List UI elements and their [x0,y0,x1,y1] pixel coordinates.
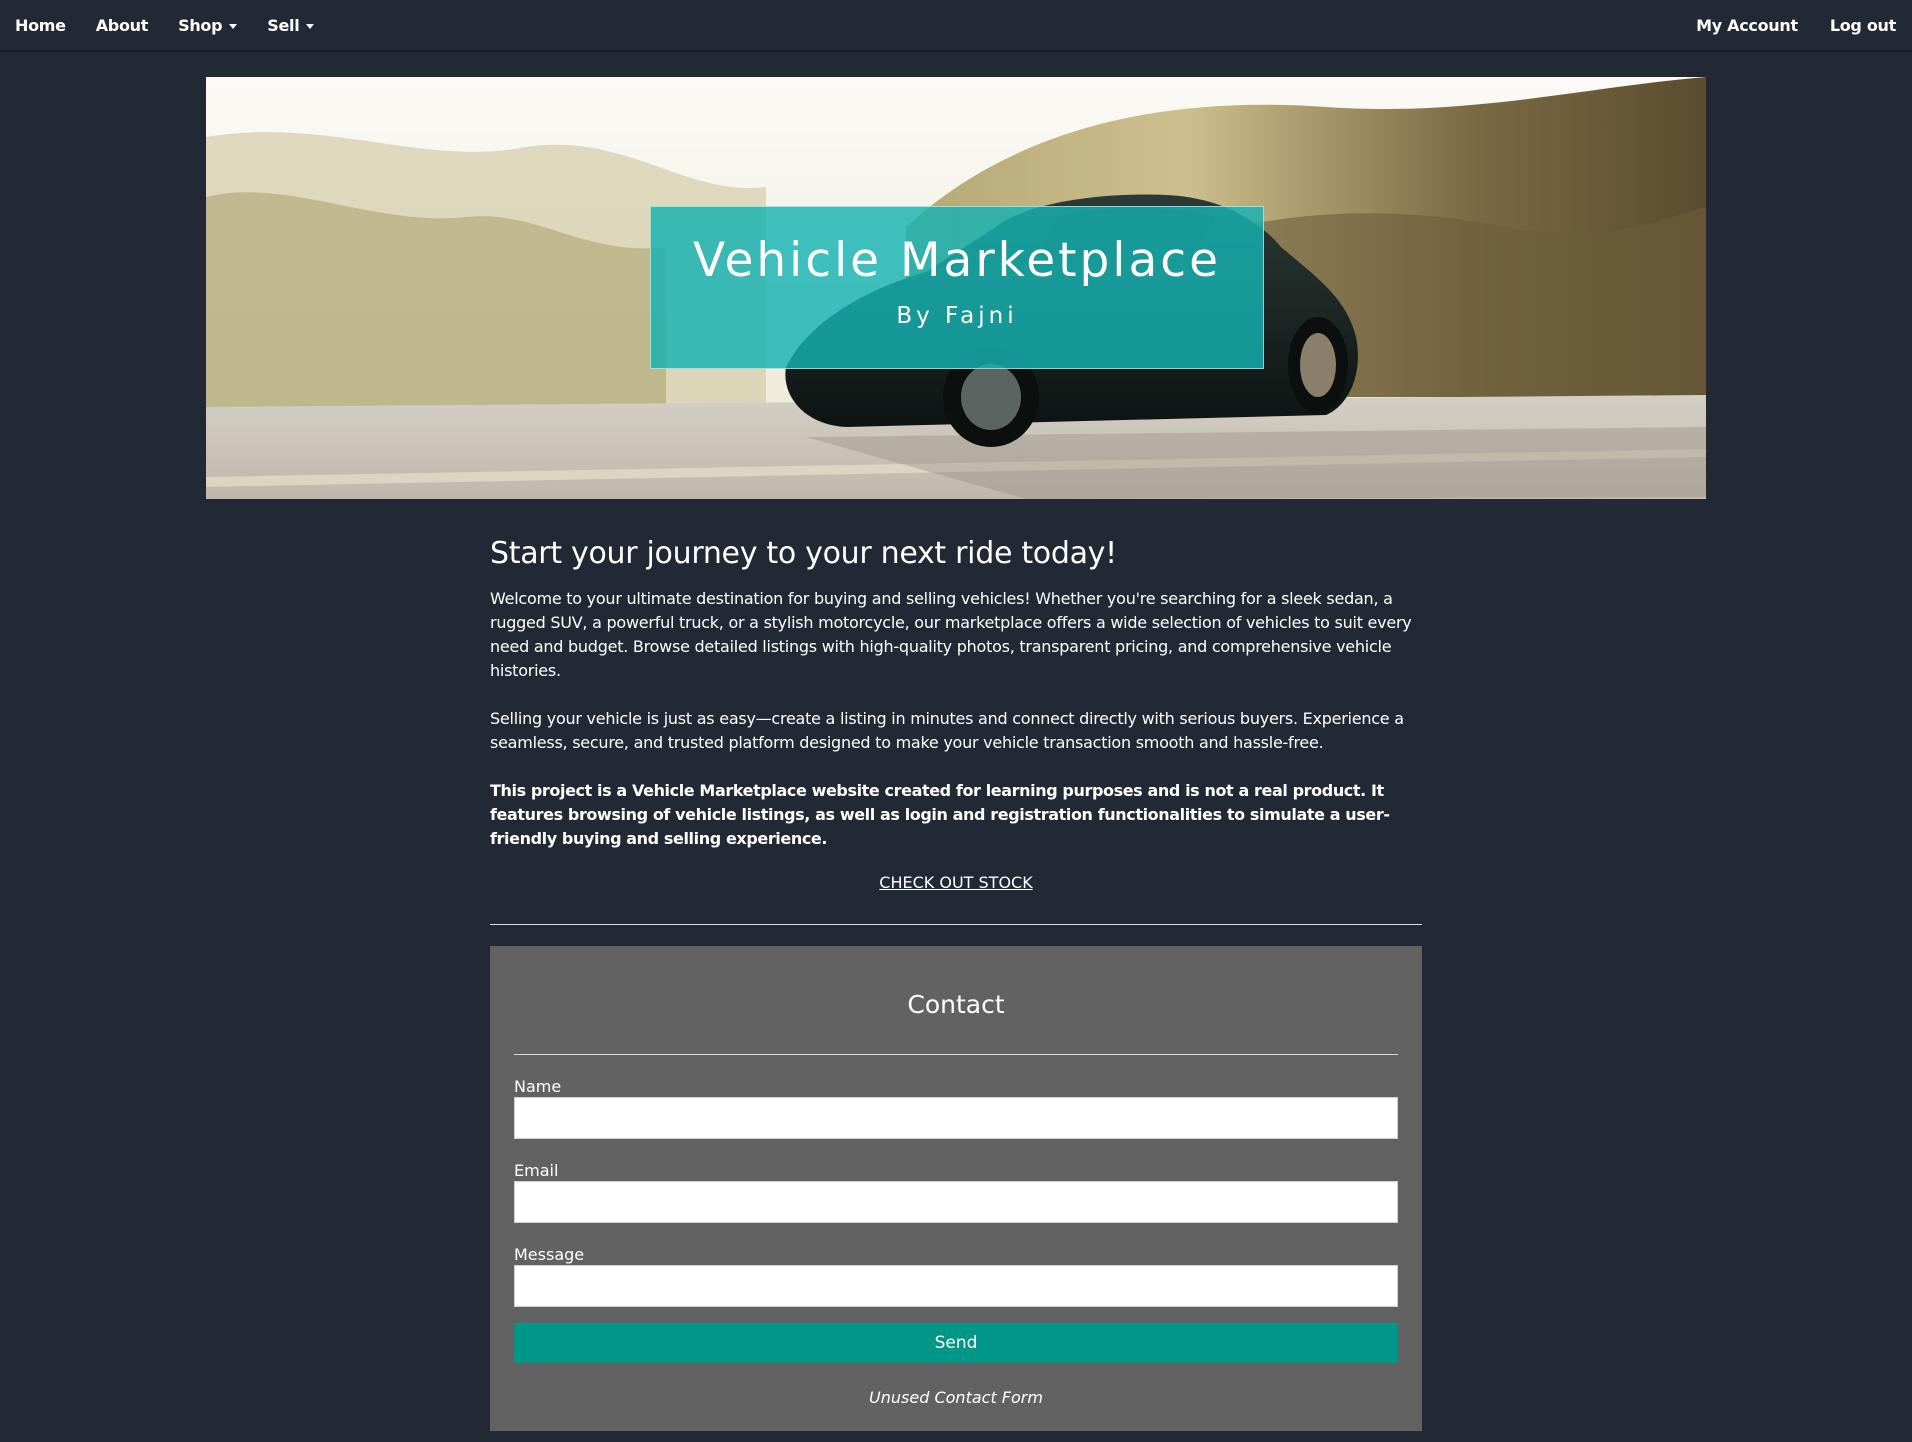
check-out-stock-link[interactable]: CHECK OUT STOCK [879,873,1032,892]
nav-sell-dropdown[interactable]: Sell [267,15,315,35]
nav-shop-dropdown[interactable]: Shop [178,15,238,35]
nav-logout-label: Log out [1829,15,1896,35]
nav-sell-label: Sell [267,15,300,35]
contact-note: Unused Contact Form [869,1388,1043,1407]
intro-section: Start your journey to your next ride tod… [490,536,1422,892]
caret-down-icon [229,23,238,29]
hero-banner: Vehicle Marketplace By Fajni [206,77,1706,499]
top-navigation: Home About Shop Sell My Account Log out [0,0,1912,52]
contact-divider [514,1054,1398,1055]
section-divider [490,924,1422,925]
contact-form-section: Contact Name Email Message Send Unused C… [490,946,1422,1431]
name-field[interactable] [514,1097,1398,1139]
nav-my-account-link[interactable]: My Account [1696,16,1798,35]
nav-about-label: About [95,15,149,35]
intro-paragraph-2: Selling your vehicle is just as easy—cre… [490,709,1404,752]
intro-disclaimer: This project is a Vehicle Marketplace we… [490,781,1390,848]
send-button[interactable]: Send [514,1323,1398,1363]
caret-down-icon [306,23,315,29]
name-label: Name [514,1077,562,1096]
nav-left-group: Home About Shop Sell [0,0,344,50]
nav-home-label: Home [15,15,66,35]
nav-my-account-label: My Account [1696,15,1798,35]
hero-title-box: Vehicle Marketplace By Fajni [650,206,1264,369]
message-label: Message [514,1245,585,1264]
email-field[interactable] [514,1181,1398,1223]
contact-title: Contact [907,990,1005,1019]
cta-wrapper: CHECK OUT STOCK [490,873,1422,892]
nav-right-group: My Account Log out [1664,0,1912,50]
nav-home-link[interactable]: Home [15,16,66,35]
hero-title: Vehicle Marketplace [692,233,1222,288]
intro-heading: Start your journey to your next ride tod… [490,536,1117,571]
nav-shop-label: Shop [178,15,223,35]
intro-paragraph-1: Welcome to your ultimate destination for… [490,589,1412,680]
email-label: Email [514,1161,559,1180]
nav-logout-link[interactable]: Log out [1830,16,1896,35]
nav-about-link[interactable]: About [95,15,149,35]
message-field[interactable] [514,1265,1398,1307]
hero-subtitle: By Fajni [896,302,1018,329]
